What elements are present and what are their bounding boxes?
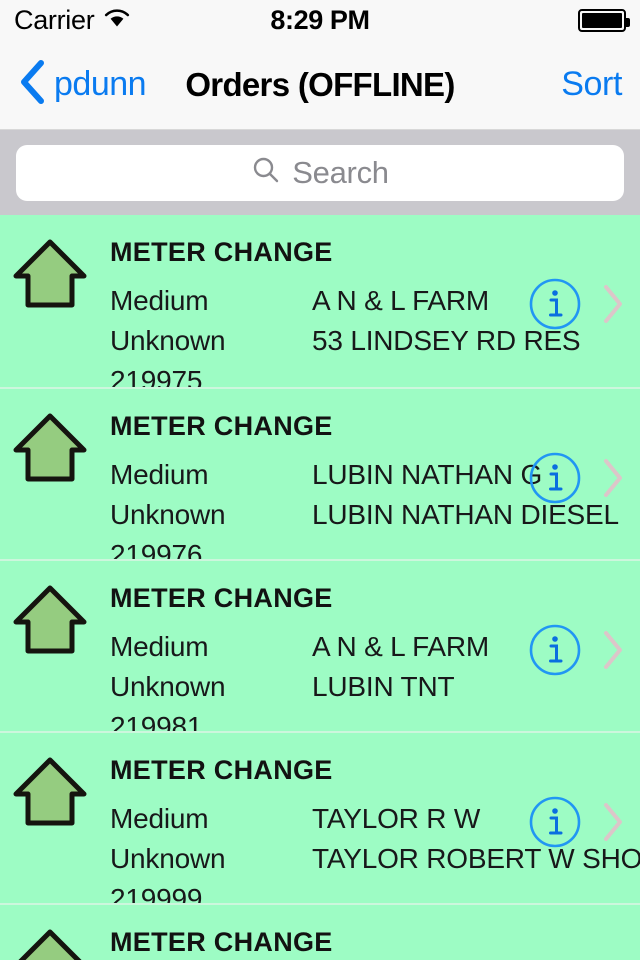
table-row[interactable]: METER CHANGE Medium Unknown 219976 LUBIN… — [0, 387, 640, 570]
order-status: Unknown — [110, 499, 226, 530]
carrier-label: Carrier — [14, 4, 95, 35]
chevron-left-icon — [18, 59, 46, 110]
table-row-body: METER CHANGE — [100, 919, 640, 960]
status-bar: Carrier 8:29 PM — [0, 0, 640, 40]
orders-screen: Carrier 8:29 PM pdunn Orders (OFFLINE) S… — [0, 0, 640, 960]
row-accessories — [528, 451, 626, 510]
order-customer: A N & L FARM — [312, 631, 490, 662]
row-accessories — [528, 277, 626, 336]
chevron-right-icon[interactable] — [600, 800, 626, 849]
order-priority: Medium — [110, 631, 209, 662]
table-row[interactable]: METER CHANGE Medium Unknown 219999 TAYLO… — [0, 731, 640, 914]
info-circle-icon[interactable] — [528, 451, 582, 510]
order-type: METER CHANGE — [110, 411, 333, 441]
table-row[interactable]: METER CHANGE Medium Unknown 219981 A N &… — [0, 559, 640, 742]
info-circle-icon[interactable] — [528, 795, 582, 854]
order-left-column: Medium Unknown 219975 — [110, 281, 226, 401]
info-circle-icon[interactable] — [528, 623, 582, 682]
house-icon — [0, 747, 100, 833]
orders-list[interactable]: METER CHANGE Medium Unknown 219975 A N &… — [0, 215, 640, 960]
battery-full-icon — [578, 8, 630, 32]
search-placeholder: Search — [292, 154, 389, 190]
row-accessories — [528, 795, 626, 854]
search-input[interactable]: Search — [16, 144, 624, 201]
order-type: METER CHANGE — [110, 927, 333, 957]
status-bar-left: Carrier — [14, 5, 131, 36]
chevron-right-icon[interactable] — [600, 282, 626, 331]
wifi-icon — [103, 7, 131, 33]
house-icon — [0, 919, 100, 960]
order-status: Unknown — [110, 843, 226, 874]
order-type: METER CHANGE — [110, 755, 333, 785]
back-button-label: pdunn — [54, 65, 147, 103]
order-left-column: Medium Unknown 219999 — [110, 799, 226, 919]
house-icon — [0, 575, 100, 661]
search-bar-container: Search — [0, 130, 640, 215]
order-left-column: Medium Unknown 219976 — [110, 455, 226, 575]
chevron-right-icon[interactable] — [600, 456, 626, 505]
order-priority: Medium — [110, 285, 209, 316]
order-status: Unknown — [110, 671, 226, 702]
status-bar-right — [578, 8, 630, 32]
order-priority: Medium — [110, 803, 209, 834]
house-icon — [0, 403, 100, 489]
order-type: METER CHANGE — [110, 583, 333, 613]
table-row[interactable]: METER CHANGE Medium Unknown 219975 A N &… — [0, 215, 640, 396]
table-row[interactable]: METER CHANGE — [0, 903, 640, 960]
sort-button[interactable]: Sort — [561, 65, 622, 104]
order-type: METER CHANGE — [110, 237, 333, 267]
order-left-column: Medium Unknown 219981 — [110, 627, 226, 747]
search-icon — [251, 155, 281, 190]
back-button[interactable]: pdunn — [18, 59, 147, 110]
order-status: Unknown — [110, 325, 226, 356]
order-location: LUBIN TNT — [312, 671, 455, 702]
chevron-right-icon[interactable] — [600, 628, 626, 677]
house-icon — [0, 229, 100, 315]
navigation-bar: pdunn Orders (OFFLINE) Sort — [0, 40, 640, 130]
row-accessories — [528, 623, 626, 682]
order-priority: Medium — [110, 459, 209, 490]
order-right-column: A N & L FARM LUBIN TNT — [312, 627, 489, 707]
info-circle-icon[interactable] — [528, 277, 582, 336]
